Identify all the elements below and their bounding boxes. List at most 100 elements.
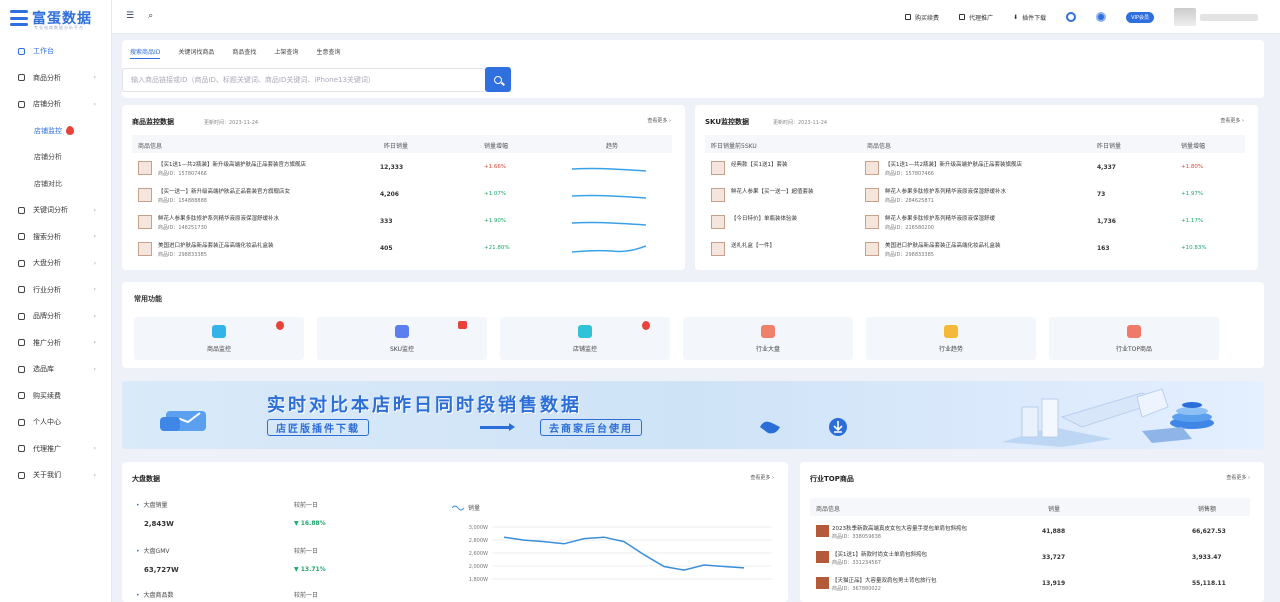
sidebar-item-label: 行业分析: [33, 285, 61, 294]
product-name[interactable]: 2023秋季新款高端真皮女包大容量手提包单肩包斜挎包: [832, 524, 1007, 532]
sidebar-item[interactable]: 行业分析 ›: [0, 277, 112, 304]
sidebar-item[interactable]: 大盘分析 ›: [0, 250, 112, 277]
sku-name: 送礼礼盒【一件】: [731, 243, 776, 249]
sidebar-item-label: 推广分析: [33, 338, 61, 347]
product-name[interactable]: 【买1送1—共2瓶装】新升级高端护肤品正品套装官方旗舰店: [158, 160, 358, 168]
menu-item-icon: [18, 339, 25, 347]
sidebar-item[interactable]: 店铺监控: [0, 118, 112, 145]
function-icon: [395, 325, 409, 338]
function-shortcut[interactable]: 店铺监控: [500, 317, 670, 360]
search-tab[interactable]: 商品查找: [232, 47, 256, 59]
chevron-icon: ›: [93, 445, 96, 453]
sales-value: 163: [1097, 245, 1110, 252]
sidebar-item[interactable]: 购买续费: [0, 383, 112, 410]
view-more-link[interactable]: 查看更多 ›: [1226, 474, 1250, 481]
menu-toggle-icon[interactable]: ☰: [126, 11, 134, 21]
hot-icon: [66, 126, 74, 136]
topbar-link-agent[interactable]: 代理推广: [959, 13, 993, 22]
function-shortcut[interactable]: SKU监控: [317, 317, 487, 360]
product-thumbnail: [816, 577, 829, 589]
growth-value: +1.17%: [1181, 218, 1204, 224]
table-row[interactable]: 送礼礼盒【一件】 美国进口护肤品新品套装正品高端化妆品礼盒装 商品ID：298833…: [705, 236, 1245, 263]
sidebar-item[interactable]: 推广分析 ›: [0, 330, 112, 357]
topbar-link-renew[interactable]: 购买续费: [905, 13, 939, 22]
view-more-link[interactable]: 查看更多 ›: [1220, 117, 1244, 124]
product-name[interactable]: 鲜花人参果多肽修护系列精华液原液保湿舒缓补水: [885, 187, 1075, 195]
y-tick-label: 1,800W: [469, 577, 488, 583]
promo-banner[interactable]: 实时对比本店昨日同时段销售数据 店匠版插件下载 去商家后台使用: [122, 381, 1264, 449]
y-tick-label: 2,000W: [469, 564, 488, 570]
y-tick-label: 2,800W: [469, 538, 488, 544]
magnifier-icon: [494, 75, 502, 84]
table-row[interactable]: 鲜花人参果【买一送一】超值套装 鲜花人参果多肽修护系列精华液原液保湿舒缓补水 商品I…: [705, 182, 1245, 209]
common-functions-card: 常用功能 商品监控 SKU监控 店铺监控 行业大盘 行业趋势 行业TOP商品: [122, 282, 1264, 368]
table-row[interactable]: 【买一送一】新升级高端护肤品正品套装官方旗舰店女 商品ID：154888888 4,…: [132, 182, 672, 209]
menu-item-icon: [18, 233, 25, 241]
sidebar-item[interactable]: 商品分析 ›: [0, 65, 112, 92]
banner-backend-use[interactable]: 去商家后台使用: [540, 419, 642, 436]
sidebar-item-label: 购买续费: [33, 391, 61, 400]
sidebar-item[interactable]: 关键词分析 ›: [0, 197, 112, 224]
product-name[interactable]: 【买1送1—共2瓶装】新升级高端护肤品正品套装旗舰店: [885, 160, 1075, 168]
sidebar-item[interactable]: 店铺对比: [0, 171, 112, 198]
sales-value: 405: [380, 245, 393, 252]
product-name[interactable]: 鲜花人参果多肽修护系列精华液原液保湿舒缓补水: [158, 214, 358, 222]
table-row[interactable]: 2023秋季新款高端真皮女包大容量手提包单肩包斜挎包 商品ID：338059638…: [810, 520, 1250, 542]
topbar-link-plugin[interactable]: ⬇ 插件下载: [1013, 13, 1046, 22]
sidebar-item[interactable]: 品牌分析 ›: [0, 303, 112, 330]
function-shortcut[interactable]: 行业大盘: [683, 317, 853, 360]
product-name[interactable]: 鲜花人参果多肽修护系列精华液原液保湿舒缓: [885, 214, 1075, 222]
product-name[interactable]: 美国进口护肤品新品套装正品高端化妆品礼盒装: [158, 241, 358, 249]
sidebar-item[interactable]: 代理推广 ›: [0, 436, 112, 463]
search-tab[interactable]: 生意查询: [316, 47, 340, 59]
sidebar-item[interactable]: 店铺分析: [0, 144, 112, 171]
col-header: 销量增幅: [484, 143, 509, 150]
table-row[interactable]: 【买1送1】新款时尚女士单肩包斜挎包 商品ID：331234567 33,727 3,…: [810, 546, 1250, 568]
table-row[interactable]: 【买1送1—共2瓶装】新升级高端护肤品正品套装官方旗舰店 商品ID：1578074…: [132, 155, 672, 182]
sales-value: 1,736: [1097, 218, 1116, 225]
product-thumbnail: [816, 525, 829, 537]
product-name[interactable]: 【买1送1】新款时尚女士单肩包斜挎包: [832, 550, 1007, 558]
banner-title: 实时对比本店昨日同时段销售数据: [267, 395, 582, 416]
vip-badge[interactable]: VIP会员: [1126, 11, 1154, 23]
table-row[interactable]: 美国进口护肤品新品套装正品高端化妆品礼盒装 商品ID：298833385 405 +2…: [132, 236, 672, 263]
search-panel: 搜索商品ID 关键词找商品 商品查找 上架查询 生意查询 输入商品链接或ID（商品ID、…: [122, 40, 1264, 98]
sidebar-item-label: 关于我们: [33, 471, 61, 480]
search-button[interactable]: [485, 67, 511, 92]
search-icon[interactable]: ⌕: [148, 11, 153, 21]
search-tab[interactable]: 上架查询: [274, 47, 298, 59]
notification-icon[interactable]: [1066, 12, 1077, 22]
function-shortcut[interactable]: 行业TOP商品: [1049, 317, 1219, 360]
card-title: 常用功能: [134, 295, 162, 303]
view-more-link[interactable]: 查看更多 ›: [647, 117, 671, 124]
search-tab[interactable]: 关键词找商品: [178, 47, 214, 59]
sidebar-item[interactable]: 选品库 ›: [0, 356, 112, 383]
banner-plugin-download[interactable]: 店匠版插件下载: [267, 419, 369, 436]
search-tab[interactable]: 搜索商品ID: [130, 47, 161, 59]
function-shortcut[interactable]: 商品监控: [134, 317, 304, 360]
sku-name: 【今日特价】单瓶装体验装: [731, 216, 798, 222]
function-label: SKU监控: [390, 346, 414, 353]
message-icon[interactable]: [1096, 12, 1107, 22]
menu-item-icon: [18, 445, 25, 453]
sidebar-item[interactable]: 店铺分析 ›: [0, 91, 112, 118]
user-menu[interactable]: [1174, 8, 1258, 26]
product-name[interactable]: 【天猫正品】大容量双肩包男士背包旅行包: [832, 576, 1007, 584]
sales-value: 4,337: [1097, 164, 1116, 171]
sidebar-item[interactable]: 关于我们 ›: [0, 462, 112, 489]
table-row[interactable]: 【天猫正品】大容量双肩包男士背包旅行包 商品ID：367880022 13,919 5…: [810, 572, 1250, 594]
sidebar-item[interactable]: 搜索分析 ›: [0, 224, 112, 251]
table-row[interactable]: 经典款【买1送1】套装 【买1送1—共2瓶装】新升级高端护肤品正品套装旗舰店 商品I…: [705, 155, 1245, 182]
sales-value: 12,333: [380, 164, 404, 171]
product-name[interactable]: 【买一送一】新升级高端护肤品正品套装官方旗舰店女: [158, 187, 358, 195]
view-more-link[interactable]: 查看更多 ›: [750, 474, 774, 481]
table-row[interactable]: 【今日特价】单瓶装体验装 鲜花人参果多肽修护系列精华液原液保湿舒缓 商品ID：216…: [705, 209, 1245, 236]
legend-line-icon: [452, 505, 465, 511]
search-input[interactable]: 输入商品链接或ID（商品ID、标题关键词、商品ID关键词、iPhone13关键词…: [122, 68, 486, 92]
sidebar-item[interactable]: 工作台: [0, 38, 112, 65]
sidebar-item[interactable]: 个人中心: [0, 409, 112, 436]
function-shortcut[interactable]: 行业趋势: [866, 317, 1036, 360]
chevron-icon: ›: [93, 100, 96, 108]
product-name[interactable]: 美国进口护肤品新品套装正品高端化妆品礼盒装: [885, 241, 1075, 249]
table-row[interactable]: 鲜花人参果多肽修护系列精华液原液保湿舒缓补水 商品ID：148251730 333 +…: [132, 209, 672, 236]
